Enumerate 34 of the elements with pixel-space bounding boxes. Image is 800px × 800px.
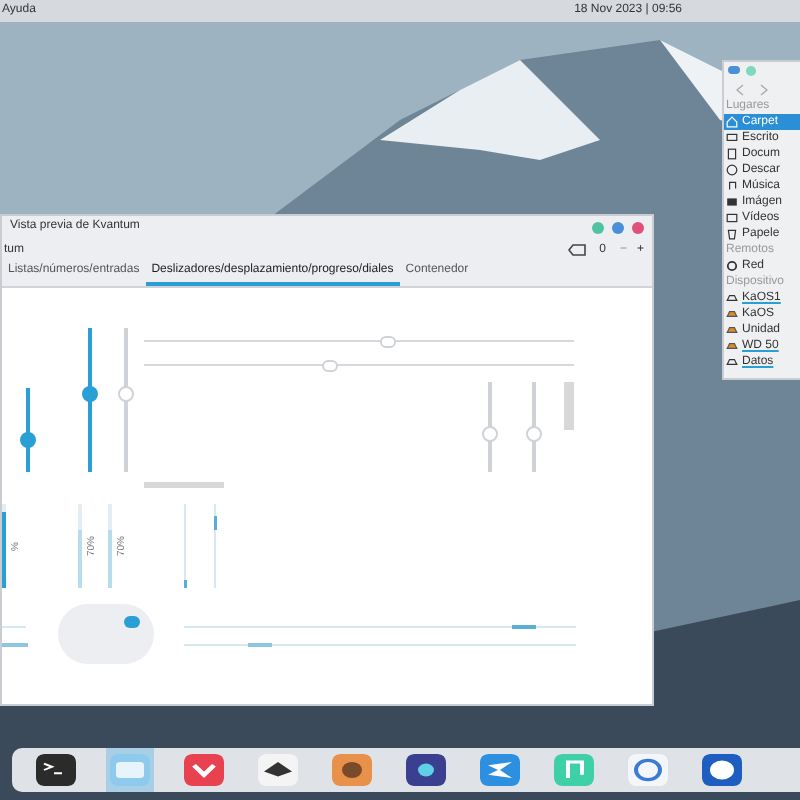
- desktop-icon: [726, 132, 738, 144]
- dial-thumb[interactable]: [123, 616, 140, 629]
- pen-icon: [258, 754, 298, 786]
- slider-thumb[interactable]: [379, 336, 396, 348]
- dock-item[interactable]: [32, 748, 80, 792]
- back-icon[interactable]: [736, 83, 744, 95]
- dial[interactable]: [58, 604, 154, 664]
- slider-thumb[interactable]: [20, 432, 36, 449]
- scrollbar[interactable]: [564, 382, 574, 430]
- backspace-icon[interactable]: [567, 244, 586, 256]
- folder-icon: [110, 754, 150, 786]
- maximize-button[interactable]: [612, 221, 624, 233]
- trash-icon: [726, 228, 738, 240]
- busy-indicator-drawing: [184, 504, 218, 588]
- slider-thumb[interactable]: [82, 385, 98, 402]
- chevron-icon: [184, 754, 224, 786]
- scrollbar[interactable]: [144, 482, 224, 488]
- network-icon: [726, 260, 738, 272]
- dock-item[interactable]: [402, 748, 450, 792]
- circle-icon: [726, 164, 738, 176]
- terminal-icon: [36, 754, 76, 786]
- video-icon: [726, 212, 738, 224]
- dock-item[interactable]: [328, 748, 376, 792]
- home-icon: [726, 116, 738, 128]
- dock-item[interactable]: [254, 748, 302, 792]
- dock-item[interactable]: [698, 748, 746, 792]
- progress-bar-drawing: [2, 624, 30, 648]
- slider-thumb[interactable]: [322, 360, 338, 372]
- document-icon: [726, 148, 738, 160]
- close-button[interactable]: [632, 221, 644, 233]
- image-icon: [726, 196, 738, 208]
- bird-icon: [480, 754, 520, 786]
- forward-icon[interactable]: [760, 83, 768, 95]
- minimize-button[interactable]: [592, 221, 604, 233]
